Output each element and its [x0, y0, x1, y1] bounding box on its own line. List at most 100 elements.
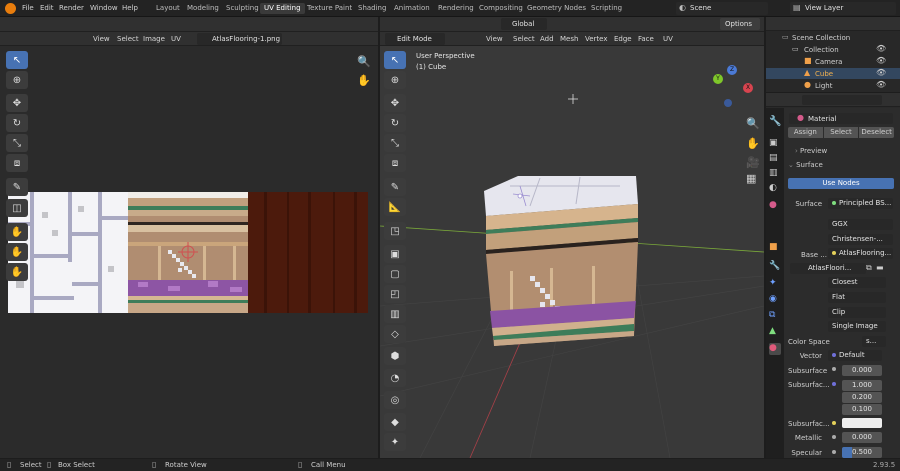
viewport-tool-loop-cut[interactable]: ▥ — [384, 305, 406, 323]
outliner-row-camera[interactable]: ■ Camera 👁 — [766, 56, 900, 67]
menu-window[interactable]: Window — [90, 4, 118, 12]
visibility-icon[interactable]: 👁 — [876, 56, 886, 65]
image-browse-icon[interactable]: ⧉ — [866, 263, 872, 273]
zoom-icon[interactable]: 🔍 — [357, 55, 371, 68]
viewport-tool-shrink[interactable]: ◆ — [384, 413, 406, 431]
output-tab-icon[interactable]: ▤ — [769, 153, 781, 165]
physics-tab-icon[interactable]: ◉ — [769, 294, 781, 306]
scene-tab-icon[interactable]: ◐ — [769, 183, 781, 195]
deselect-button[interactable]: Deselect — [859, 127, 895, 138]
workspace-tab-texture-paint[interactable]: Texture Paint — [303, 3, 356, 14]
tool-tab-icon[interactable]: 🔧 — [769, 116, 781, 128]
workspace-tab-animation[interactable]: Animation — [390, 3, 434, 14]
assign-button[interactable]: Assign — [788, 127, 823, 138]
image-texture-field[interactable]: AtlasFloori... — [790, 263, 866, 274]
surface-shader-field[interactable]: Principled BS... — [828, 198, 893, 209]
subsurface-field[interactable]: 0.000 — [842, 365, 882, 376]
extension-dropdown[interactable]: Clip — [828, 307, 886, 318]
visibility-icon[interactable]: 👁 — [876, 80, 886, 89]
viewport-menu-vertex[interactable]: Vertex — [585, 35, 608, 43]
menu-edit[interactable]: Edit — [40, 4, 54, 12]
view-layer-tab-icon[interactable]: ▥ — [769, 168, 781, 180]
data-tab-icon[interactable]: ▲ — [769, 326, 781, 338]
viewport-menu-select[interactable]: Select — [513, 35, 535, 43]
viewport-menu-view[interactable]: View — [486, 35, 503, 43]
outliner-row-cube[interactable]: ▲ Cube 👁 — [766, 68, 900, 79]
folder-icon[interactable]: ▬ — [876, 263, 884, 272]
menu-help[interactable]: Help — [122, 4, 138, 12]
render-tab-icon[interactable]: ▣ — [769, 138, 781, 150]
viewport-tool-poly-build[interactable]: ⬢ — [384, 347, 406, 365]
uv-tool-scale[interactable]: ⤡ — [6, 134, 28, 152]
gizmo-x-axis[interactable]: X — [743, 83, 753, 93]
workspace-tab-uv-editing[interactable]: UV Editing — [260, 3, 305, 14]
viewport-menu-uv[interactable]: UV — [663, 35, 673, 43]
preview-panel-header[interactable]: › Preview — [795, 147, 827, 155]
subsurface-method-dropdown[interactable]: Christensen-... — [828, 234, 893, 245]
pan-hand-icon[interactable]: ✋ — [357, 74, 371, 87]
viewport-tool-select-box[interactable]: ↖ — [384, 51, 406, 69]
uv-tool-rip[interactable]: ◫ — [6, 199, 28, 217]
subsurface-radius-y-field[interactable]: 0.200 — [842, 392, 882, 403]
material-slot-field[interactable] — [789, 113, 893, 124]
uv-tool-relax[interactable]: ✋ — [6, 243, 28, 261]
use-nodes-button[interactable]: Use Nodes — [788, 178, 894, 189]
orientation-selector[interactable]: Global — [501, 18, 547, 30]
uv-tool-grab[interactable]: ✋ — [6, 223, 28, 241]
image-source-dropdown[interactable]: Single Image — [828, 321, 886, 332]
visibility-icon[interactable]: 👁 — [876, 44, 886, 53]
subsurface-radius-x-field[interactable]: 1.000 — [842, 380, 882, 391]
viewport-tool-rotate[interactable]: ↻ — [384, 114, 406, 132]
gizmo-y-axis[interactable]: Y — [713, 74, 723, 84]
outliner-row-collection[interactable]: ▭ Collection 👁 — [766, 44, 900, 55]
viewport-menu-add[interactable]: Add — [540, 35, 554, 43]
viewport-tool-inset[interactable]: ▢ — [384, 265, 406, 283]
viewport-tool-scale[interactable]: ⤡ — [384, 134, 406, 152]
viewport-tool-move[interactable]: ✥ — [384, 94, 406, 112]
outliner-row-light[interactable]: ● Light 👁 — [766, 80, 900, 91]
properties-search[interactable] — [802, 95, 882, 105]
uv-menu-uv[interactable]: UV — [171, 35, 181, 43]
image-browse-field[interactable]: AtlasFlooring-1.png — [197, 33, 282, 45]
uv-tool-rotate[interactable]: ↻ — [6, 114, 28, 132]
viewport-tool-smooth[interactable]: ◎ — [384, 391, 406, 409]
specular-field[interactable]: 0.500 — [842, 447, 882, 458]
uv-tool-cursor[interactable]: ⊕ — [6, 71, 28, 89]
color-space-dropdown[interactable]: s... — [862, 336, 886, 347]
workspace-tab-scripting[interactable]: Scripting — [587, 3, 626, 14]
viewport-menu-face[interactable]: Face — [638, 35, 654, 43]
viewport-tool-extrude[interactable]: ▣ — [384, 245, 406, 263]
mode-selector[interactable]: Edit Mode — [385, 33, 445, 45]
uv-tool-annotate[interactable]: ✎ — [6, 178, 28, 196]
base-color-field[interactable]: AtlasFlooring... — [828, 248, 893, 259]
navigation-gizmo[interactable]: Z X Y — [710, 65, 754, 109]
viewport-tool-measure[interactable]: 📐 — [384, 198, 406, 216]
select-button[interactable]: Select — [823, 127, 859, 138]
viewport-tool-transform[interactable]: ⧈ — [384, 154, 406, 172]
blender-logo-icon[interactable] — [5, 3, 16, 14]
zoom-view-icon[interactable]: 🔍 — [746, 117, 760, 130]
workspace-tab-geometry-nodes[interactable]: Geometry Nodes — [523, 3, 590, 14]
outliner-row-scene-collection[interactable]: ▭ Scene Collection — [766, 32, 900, 43]
constraints-tab-icon[interactable]: ⧉ — [769, 310, 781, 322]
viewport-tool-cursor[interactable]: ⊕ — [384, 71, 406, 89]
interpolation-dropdown[interactable]: Closest — [828, 277, 886, 288]
scene-selector[interactable]: ◐ Scene — [676, 2, 768, 15]
viewport-tool-add-cube[interactable]: ◳ — [384, 222, 406, 240]
viewport-tool-knife[interactable]: ◇ — [384, 325, 406, 343]
distribution-dropdown[interactable]: GGX — [828, 219, 893, 230]
ortho-toggle-icon[interactable]: ▦ — [746, 172, 756, 185]
viewport-menu-mesh[interactable]: Mesh — [560, 35, 578, 43]
view-layer-selector[interactable]: ▤ View Layer — [790, 2, 896, 15]
uv-tool-move[interactable]: ✥ — [6, 94, 28, 112]
gizmo-neg-axis[interactable] — [724, 99, 732, 107]
object-tab-icon[interactable]: ■ — [769, 242, 781, 254]
viewport-tool-bevel[interactable]: ◰ — [384, 285, 406, 303]
uv-tool-pinch[interactable]: ✋ — [6, 263, 28, 281]
projection-dropdown[interactable]: Flat — [828, 292, 886, 303]
workspace-tab-layout[interactable]: Layout — [152, 3, 184, 14]
workspace-tab-sculpting[interactable]: Sculpting — [222, 3, 263, 14]
options-button[interactable]: Options — [720, 18, 760, 30]
viewport-tool-annotate[interactable]: ✎ — [384, 178, 406, 196]
subsurface-radius-z-field[interactable]: 0.100 — [842, 404, 882, 415]
